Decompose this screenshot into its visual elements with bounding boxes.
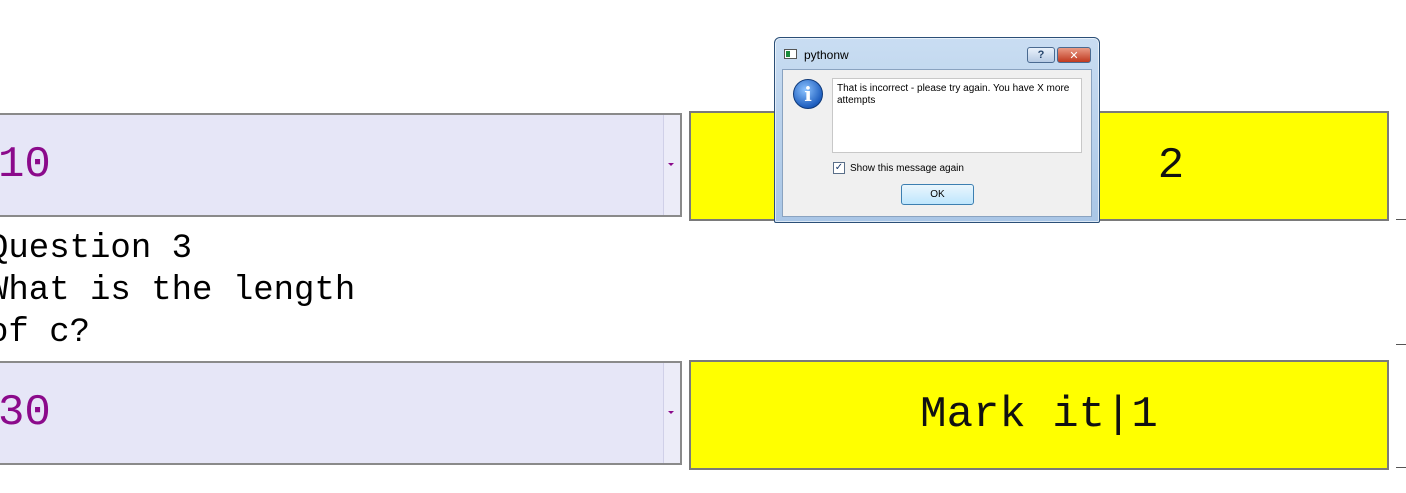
divider-tick: [1396, 467, 1406, 468]
answer-value-2: 30: [0, 388, 51, 438]
close-button[interactable]: ✕: [1057, 47, 1091, 63]
mark-it-button-2[interactable]: Mark it|1: [689, 360, 1389, 470]
dropdown-button-1[interactable]: [663, 115, 680, 215]
message-text: That is incorrect - please try again. Yo…: [832, 78, 1082, 153]
question-label: Question 3 What is the length of c?: [0, 228, 355, 354]
help-button[interactable]: ?: [1027, 47, 1055, 63]
answer-value-1: 10: [0, 140, 51, 190]
show-again-checkbox[interactable]: ✓: [833, 162, 845, 174]
dropdown-button-2[interactable]: [663, 363, 680, 463]
show-again-row[interactable]: ✓ Show this message again: [833, 162, 964, 174]
divider-tick: [1396, 344, 1406, 345]
ok-button[interactable]: OK: [901, 184, 974, 205]
dialog-body: i That is incorrect - please try again. …: [782, 69, 1092, 217]
message-dialog: pythonw ? ✕ i That is incorrect - please…: [774, 37, 1100, 223]
divider-tick: [1396, 219, 1406, 220]
answer-combobox-1[interactable]: 10: [0, 113, 682, 217]
question-text: What is the length of c?: [0, 272, 356, 352]
show-again-label[interactable]: Show this message again: [850, 163, 964, 174]
answer-combobox-2[interactable]: 30: [0, 361, 682, 465]
question-title: Question 3: [0, 230, 193, 268]
dropdown-arrow-icon: [668, 163, 674, 166]
information-icon: i: [793, 79, 823, 109]
window-icon: [784, 49, 797, 59]
dialog-title: pythonw: [804, 48, 849, 62]
dialog-titlebar[interactable]: pythonw ? ✕: [775, 38, 1099, 68]
dropdown-arrow-icon: [668, 411, 674, 414]
